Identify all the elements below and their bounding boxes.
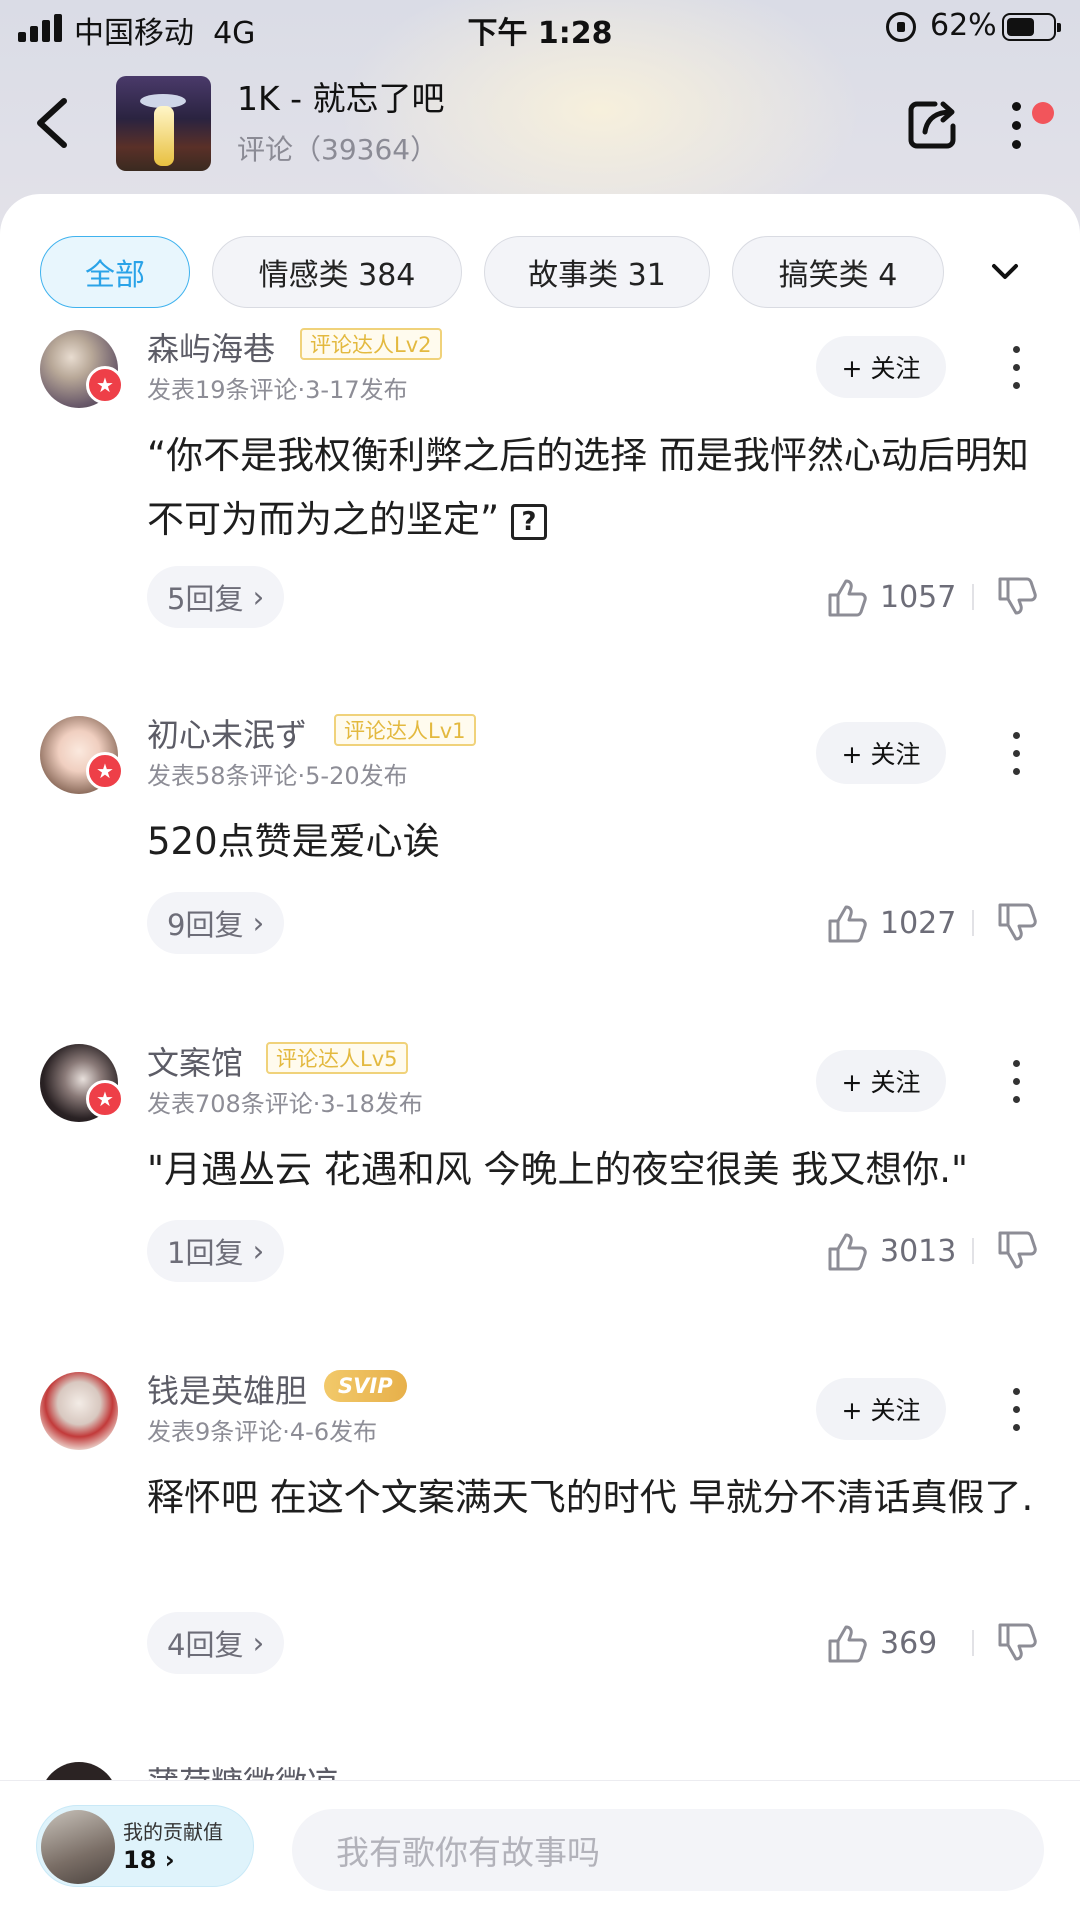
divider — [972, 584, 974, 610]
comment-text: 释怀吧 在这个文案满天飞的时代 早就分不清话真假了. — [147, 1476, 1034, 1519]
expand-filters-button[interactable] — [965, 236, 1045, 308]
divider — [972, 1630, 974, 1656]
dislike-button[interactable] — [996, 1612, 1040, 1674]
filter-tabs: 全部 情感类 384 故事类 31 搞笑类 4 — [0, 232, 1080, 312]
filter-chip-emotion[interactable]: 情感类 384 — [212, 236, 462, 308]
rotation-lock-icon — [886, 12, 916, 42]
user-level-badge[interactable]: 评论达人Lv5 — [266, 1042, 408, 1074]
dislike-button[interactable] — [996, 1220, 1040, 1282]
replies-button[interactable]: 4回复 › — [147, 1612, 285, 1674]
filter-chip-funny[interactable]: 搞笑类 4 — [732, 236, 944, 308]
user-meta: 发表9条评论·4-6发布 — [147, 1418, 378, 1446]
dislike-button[interactable] — [996, 892, 1040, 954]
contribution-label: 我的贡献值 — [123, 1820, 223, 1844]
divider — [972, 1238, 974, 1264]
contribution-value: 18 › — [123, 1846, 175, 1874]
star-badge-icon: ★ — [86, 1080, 124, 1118]
comment-input[interactable]: 我有歌你有故事吗 — [292, 1809, 1044, 1891]
like-button[interactable] — [826, 1612, 870, 1674]
unknown-emoji-icon: ? — [510, 503, 547, 540]
back-button[interactable] — [22, 88, 82, 158]
replies-button[interactable]: 9回复 › — [147, 892, 285, 954]
back-arrow-icon — [37, 98, 67, 148]
like-button[interactable] — [826, 566, 870, 628]
status-bar: 中国移动 4G 下午 1:28 62% — [0, 0, 1080, 54]
comment-more-button[interactable] — [1000, 1382, 1030, 1438]
like-count: 369 — [880, 1625, 938, 1661]
contribution-button[interactable]: 我的贡献值 18 › — [36, 1805, 254, 1887]
user-meta: 发表58条评论·5-20发布 — [147, 762, 408, 790]
follow-button[interactable]: + 关注 — [816, 722, 946, 784]
battery-percent: 62% — [930, 8, 997, 43]
user-meta: 发表708条评论·3-18发布 — [147, 1090, 423, 1118]
filter-chip-all[interactable]: 全部 — [40, 236, 190, 308]
replies-button[interactable]: 5回复 › — [147, 566, 285, 628]
replies-button[interactable]: 1回复 › — [147, 1220, 285, 1282]
chevron-down-icon — [992, 264, 1018, 279]
user-level-badge[interactable]: 评论达人Lv2 — [300, 328, 442, 360]
comment-count: 评论（39364） — [237, 133, 439, 166]
filter-chip-story[interactable]: 故事类 31 — [484, 236, 710, 308]
thumbs-down-icon — [998, 1231, 1037, 1269]
svip-badge[interactable]: SVIP — [324, 1370, 407, 1402]
album-cover[interactable] — [116, 76, 211, 171]
bottom-bar: 我的贡献值 18 › 我有歌你有故事吗 — [0, 1780, 1080, 1920]
notification-dot — [1032, 102, 1054, 124]
thumbs-down-icon — [998, 903, 1037, 941]
follow-button[interactable]: + 关注 — [816, 1050, 946, 1112]
follow-button[interactable]: + 关注 — [816, 336, 946, 398]
battery-icon — [1002, 13, 1061, 41]
user-name[interactable]: 森屿海巷 — [147, 324, 275, 370]
comment-text: 520点赞是爱心诶 — [147, 820, 440, 863]
thumbs-up-icon — [828, 905, 867, 943]
comment-text: "月遇丛云 花遇和风 今晚上的夜空很美 我又想你." — [147, 1148, 969, 1191]
thumbs-up-icon — [828, 1233, 867, 1271]
status-time: 下午 1:28 — [467, 16, 613, 51]
user-meta: 发表19条评论·3-17发布 — [147, 376, 408, 404]
avatar[interactable] — [40, 1762, 118, 1782]
thumbs-down-icon — [998, 577, 1037, 615]
thumbs-up-icon — [828, 579, 867, 617]
user-name[interactable]: 蒲荷糖微微凉 — [147, 1758, 339, 1782]
like-count: 1057 — [880, 579, 957, 615]
thumbs-up-icon — [828, 1625, 867, 1663]
share-button[interactable] — [905, 96, 961, 152]
follow-button[interactable]: + 关注 — [816, 1378, 946, 1440]
song-title: 1K - 就忘了吧 — [237, 79, 445, 118]
comment-text: “你不是我权衡利弊之后的选择 而是我怦然心动后明知不可为而为之的坚定” ? — [147, 434, 1029, 541]
user-name[interactable]: 初心未泯ず — [147, 710, 307, 756]
comment-more-button[interactable] — [1000, 726, 1030, 782]
like-count: 3013 — [880, 1233, 957, 1269]
divider — [972, 910, 974, 936]
more-options-button[interactable] — [1002, 96, 1032, 156]
user-level-badge[interactable]: 评论达人Lv1 — [334, 714, 476, 746]
share-icon — [908, 101, 956, 149]
like-button[interactable] — [826, 892, 870, 954]
user-name[interactable]: 文案馆 — [147, 1038, 243, 1084]
star-badge-icon: ★ — [86, 752, 124, 790]
like-button[interactable] — [826, 1220, 870, 1282]
star-badge-icon: ★ — [86, 366, 124, 404]
user-name[interactable]: 钱是英雄胆 — [147, 1366, 307, 1412]
thumbs-down-icon — [998, 1623, 1037, 1661]
song-header: 1K - 就忘了吧 评论（39364） — [0, 54, 1080, 194]
comment-item-partial: 蒲荷糖微微凉 — [0, 1752, 1080, 1782]
avatar — [41, 1810, 115, 1884]
avatar[interactable] — [40, 1372, 118, 1450]
comment-more-button[interactable] — [1000, 1054, 1030, 1110]
dislike-button[interactable] — [996, 566, 1040, 628]
comment-more-button[interactable] — [1000, 340, 1030, 396]
like-count: 1027 — [880, 905, 957, 941]
